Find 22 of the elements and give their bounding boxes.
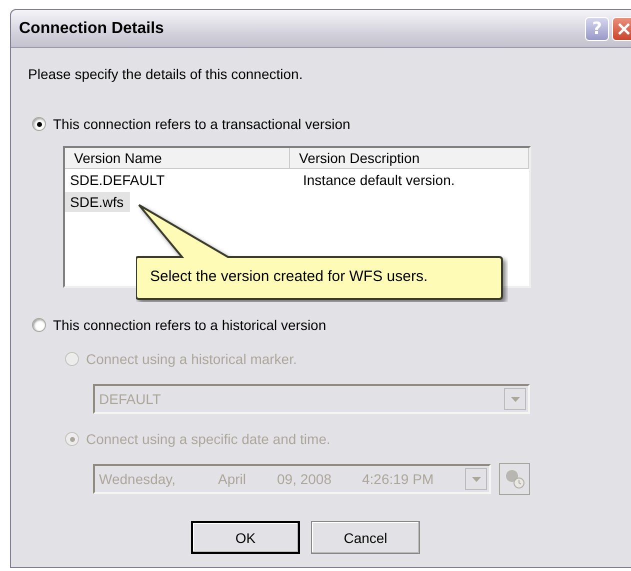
instruction-text: Please specify the details of this connection. [28, 66, 304, 84]
date-part: Wednesday, [99, 471, 177, 487]
list-item[interactable]: SDE.wfs [65, 192, 130, 212]
ok-button[interactable]: OK [191, 521, 300, 554]
column-header[interactable]: Version Name [65, 148, 290, 168]
list-item[interactable]: SDE.DEFAULT [65, 172, 290, 188]
date-part: 4:26:19 PM [362, 471, 434, 487]
radio-label[interactable]: This connection refers to a historical version [53, 317, 326, 333]
close-icon [616, 20, 631, 36]
cancel-button[interactable]: Cancel [311, 521, 420, 554]
date-part: April [218, 471, 248, 487]
radio-button[interactable] [32, 318, 46, 332]
column-header[interactable]: Version Description [290, 148, 529, 168]
radio-label[interactable]: This connection refers to a transactional version [53, 116, 350, 132]
callout-text: Select the version created for WFS users. [150, 268, 428, 285]
radio-button[interactable] [32, 117, 46, 131]
clock-icon [504, 468, 526, 490]
window-title: Connection Details [19, 20, 165, 38]
list-item[interactable]: Instance default version. [290, 172, 529, 188]
close-button[interactable] [612, 16, 631, 40]
date-part: 09, 2008 [277, 471, 332, 487]
clock-button[interactable] [499, 463, 530, 495]
